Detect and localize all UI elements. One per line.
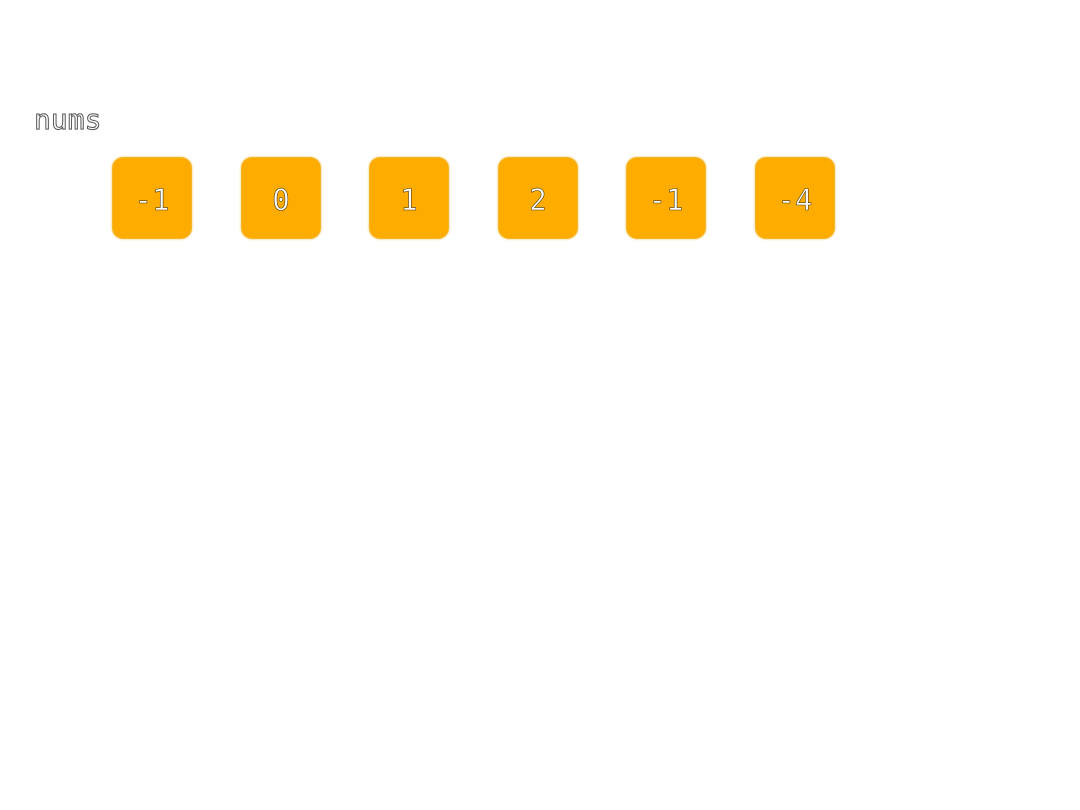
array-cell: -1 [113,158,191,238]
diagram-canvas: nums -1 0 1 2 -1 -4 [0,0,1080,810]
array-cell-value: 1 [400,182,418,217]
array-cell-value: -1 [134,182,170,217]
array-label: nums [33,103,102,137]
array-cell: -1 [627,158,705,238]
array-cell: 1 [370,158,448,238]
array-cell: 2 [499,158,577,238]
array-cell-value: -4 [777,182,813,217]
array-cell: 0 [242,158,320,238]
array-cell: -4 [756,158,834,238]
array-cell-value: -1 [648,182,684,217]
array-cell-value: 0 [272,182,290,217]
array-cell-value: 2 [529,182,547,217]
